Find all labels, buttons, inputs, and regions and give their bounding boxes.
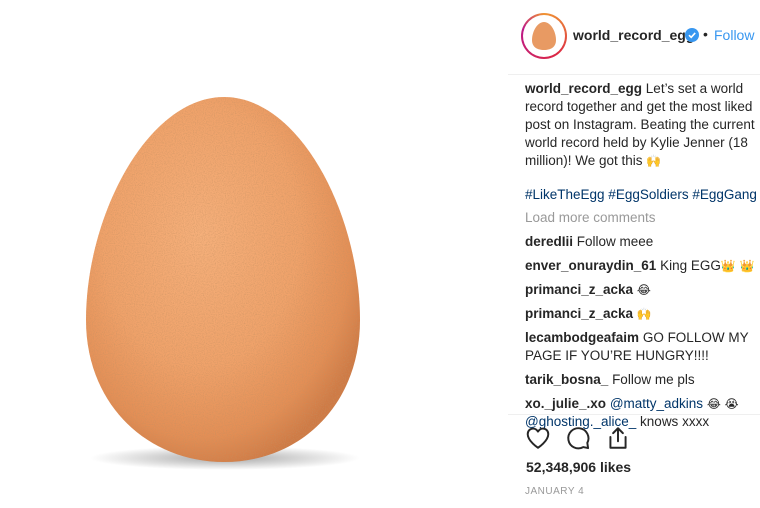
list-item: primanci_z_acka 🙌	[525, 305, 760, 323]
header-separator: •	[703, 26, 708, 42]
comment-username[interactable]: tarik_bosna_	[525, 372, 608, 387]
verified-badge-icon	[685, 28, 699, 42]
comment-username[interactable]: primanci_z_acka	[525, 282, 633, 297]
share-icon[interactable]	[605, 425, 631, 451]
comment-username[interactable]: primanci_z_acka	[525, 306, 633, 321]
comment-text: King EGG	[660, 258, 721, 273]
caption-username[interactable]: world_record_egg	[525, 81, 642, 96]
post-sidebar: world_record_egg • Follow world_record_e…	[508, 0, 760, 507]
comments-list: world_record_egg Let’s set a world recor…	[525, 80, 760, 431]
list-item: primanci_z_acka 😂	[525, 281, 760, 299]
comment-emoji: 👑 👑	[720, 259, 755, 273]
post-photo[interactable]	[0, 0, 507, 507]
comment-username[interactable]: lecambodgeafaim	[525, 330, 639, 345]
post-date: JANUARY 4	[525, 486, 585, 497]
comment-emoji: 😂	[636, 283, 651, 297]
list-item: deredIii Follow meee	[525, 233, 760, 251]
post-actions: 52,348,906 likes JANUARY 4	[508, 414, 760, 508]
list-item: lecambodgeafaim GO FOLLOW MY PAGE IF YOU…	[525, 329, 760, 365]
egg-avatar-icon	[532, 22, 556, 50]
heart-icon[interactable]	[525, 425, 551, 451]
comment-text: Follow meee	[576, 234, 654, 249]
avatar[interactable]	[521, 13, 567, 59]
caption-emoji: 🙌	[646, 154, 662, 168]
list-item: enver_onuraydin_61 King EGG👑 👑	[525, 257, 760, 275]
comment-icon[interactable]	[565, 425, 591, 451]
comment-emoji: 🙌	[636, 307, 652, 321]
follow-button[interactable]: Follow	[714, 27, 754, 43]
load-more-comments-button[interactable]: Load more comments	[525, 209, 760, 227]
post-caption: world_record_egg Let’s set a world recor…	[525, 80, 760, 170]
egg-image	[86, 97, 360, 470]
list-item: tarik_bosna_ Follow me pls	[525, 371, 760, 389]
comment-username[interactable]: deredIii	[525, 234, 573, 249]
comment-mention[interactable]: @matty_adkins	[610, 396, 703, 411]
comment-username[interactable]: xo._julie_.xo	[525, 396, 606, 411]
header-username[interactable]: world_record_egg	[573, 27, 694, 43]
comment-text: Follow me pls	[612, 372, 695, 387]
comment-emoji: 😂 😭	[706, 397, 739, 411]
post-header: world_record_egg • Follow	[508, 0, 760, 75]
comment-username[interactable]: enver_onuraydin_61	[525, 258, 656, 273]
like-count[interactable]: 52,348,906 likes	[526, 459, 631, 475]
caption-hashtags[interactable]: #LikeTheEgg #EggSoldiers #EggGang	[525, 186, 760, 204]
